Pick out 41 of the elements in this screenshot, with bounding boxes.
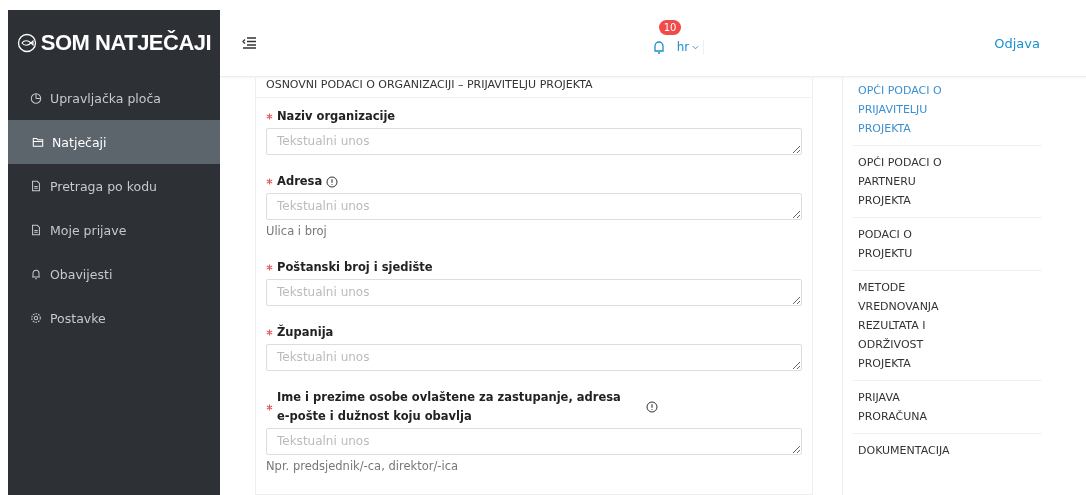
section-nav-link[interactable]: OPĆI PODACI O PARTNERU PROJEKTA — [853, 153, 1042, 218]
folder-icon — [32, 136, 44, 148]
language-select[interactable]: hr — [664, 40, 705, 54]
logout-link[interactable]: Odjava — [994, 35, 1040, 51]
field-label: Poštanski broj i sjedište — [277, 259, 433, 276]
section-nav-link[interactable]: DOKUMENTACIJA — [853, 441, 1042, 467]
section-title: OSNOVNI PODACI O ORGANIZACIJI – PRIJAVITELJU PROJEKTA — [256, 77, 812, 98]
sidebar-item[interactable]: Upravljačka ploča — [8, 76, 220, 120]
text-area-field[interactable]: Tekstualni unos — [266, 344, 802, 371]
sidebar-item[interactable]: Postavke — [8, 296, 220, 340]
bell-icon[interactable] — [652, 40, 665, 54]
field-label: Adresa — [277, 173, 323, 190]
sidebar-item[interactable]: Obavijesti — [8, 252, 220, 296]
section-nav-link[interactable]: PRIJAVA PRORAČUNA — [853, 388, 1042, 434]
logo-icon — [16, 33, 37, 53]
text-area-field[interactable]: Tekstualni unos — [266, 193, 802, 220]
sidebar-item[interactable]: Pretraga po kodu — [8, 164, 220, 208]
text-area-field[interactable]: Tekstualni unos — [266, 428, 802, 455]
pie-chart-icon — [30, 92, 42, 104]
notification-badge: 10 — [658, 20, 682, 35]
info-icon[interactable] — [646, 401, 658, 413]
logo-text: SOM NATJEČAJI — [40, 30, 212, 56]
settings-icon — [30, 312, 42, 324]
field-hint: Npr. predsjednik/-ca, direktor/-ica — [266, 459, 459, 473]
caret-icon — [692, 44, 700, 50]
menu-collapse-icon[interactable] — [242, 37, 256, 49]
text-area-field[interactable]: Tekstualni unos — [266, 279, 802, 306]
document-icon — [30, 180, 42, 192]
document-icon — [30, 224, 42, 236]
section-nav-link[interactable]: OPĆI PODACI O PRIJAVITELJU PROJEKTA — [853, 81, 1042, 146]
field-label: Ime i prezime osobe ovlaštene za zastupanje, adresa e-pošte i dužnost koju obavlja — [277, 389, 622, 425]
bell-icon — [30, 268, 42, 280]
sidebar-item[interactable]: Natječaji — [8, 120, 220, 164]
section-nav-link[interactable]: METODE VREDNOVANJA REZULTATA I ODRŽIVOST PROJEKTA — [853, 278, 1042, 381]
field-hint: Ulica i broj — [266, 224, 328, 238]
field-label: Županija — [277, 323, 334, 341]
text-area-field[interactable]: Tekstualni unos — [266, 128, 802, 155]
info-icon[interactable] — [326, 175, 339, 188]
field-label: Naziv organizacije — [277, 108, 396, 125]
sidebar-item[interactable]: Moje prijave — [8, 208, 220, 252]
section-nav-link[interactable]: PODACI O PROJEKTU — [853, 225, 1042, 271]
